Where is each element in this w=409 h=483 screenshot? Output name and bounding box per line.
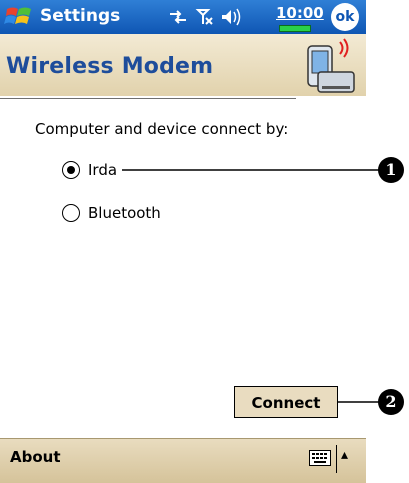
page-header: Wireless Modem: [0, 34, 366, 99]
title-bar: Settings 10:00 ok: [0, 0, 366, 34]
callout-badge-2: 2: [378, 389, 404, 415]
wireless-modem-device-icon: [302, 36, 360, 98]
radio-label-bluetooth[interactable]: Bluetooth: [88, 204, 161, 222]
pocket-pc-screen: Settings 10:00 ok Wireless Modem Compute…: [0, 0, 366, 483]
keyboard-icon[interactable]: [309, 450, 331, 466]
windows-start-icon[interactable]: [4, 3, 34, 31]
status-icons: [168, 4, 268, 30]
connectivity-icon: [170, 10, 186, 24]
connect-button[interactable]: Connect: [234, 386, 338, 418]
menu-separator: [336, 445, 337, 473]
app-title: Settings: [40, 6, 121, 26]
about-menu[interactable]: About: [10, 448, 61, 466]
callout-badge-1: 1: [378, 157, 404, 183]
clock[interactable]: 10:00: [276, 4, 324, 22]
radio-label-irda[interactable]: Irda: [88, 161, 117, 179]
radio-selected-dot: [67, 166, 75, 174]
radio-button-irda[interactable]: [62, 161, 80, 179]
ok-button[interactable]: ok: [331, 3, 359, 31]
input-panel-arrow-icon[interactable]: ▴: [341, 447, 348, 463]
radio-button-bluetooth[interactable]: [62, 204, 80, 222]
antenna-icon: [195, 9, 213, 25]
battery-icon: [279, 25, 311, 32]
header-divider: [0, 98, 296, 99]
menu-bar: About ▴: [0, 438, 366, 483]
speaker-icon: [222, 8, 241, 26]
connect-by-label: Computer and device connect by:: [35, 120, 289, 138]
page-title: Wireless Modem: [6, 54, 214, 79]
